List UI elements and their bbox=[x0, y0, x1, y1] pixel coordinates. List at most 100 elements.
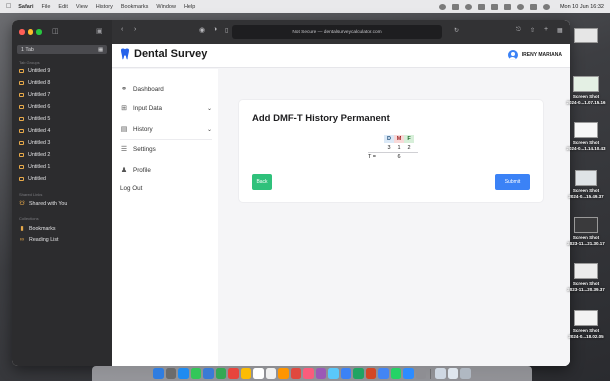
sidebar-section-other: Collections bbox=[19, 216, 39, 221]
forward-chevron-icon[interactable]: › bbox=[134, 26, 136, 33]
zoom-window-icon[interactable] bbox=[36, 29, 42, 35]
messages-app-icon[interactable] bbox=[190, 368, 202, 379]
tab-overview-icon[interactable]: ▣ bbox=[96, 27, 103, 35]
download-icon[interactable]: ⎋ bbox=[516, 27, 521, 34]
desktop-file-screenshot[interactable] bbox=[566, 28, 606, 45]
photos-app-icon[interactable] bbox=[228, 368, 239, 379]
sidebar-item-untitled-7[interactable]: Untitled 7 bbox=[19, 92, 50, 98]
nav-item-label: History bbox=[133, 125, 153, 133]
menubar-clock[interactable]: Mon 10 Jun 16:32 bbox=[560, 4, 604, 10]
privacy-report-icon[interactable]: ◉ bbox=[199, 26, 205, 34]
sidebar-item-bookmarks[interactable]: ▮ Bookmarks bbox=[19, 225, 55, 233]
sidebar-item-untitled-5[interactable]: Untitled 5 bbox=[19, 116, 50, 122]
shield-icon[interactable]: ◑ bbox=[213, 26, 217, 33]
safari-app-icon[interactable] bbox=[178, 368, 189, 379]
site-header: Dental Survey IRENY MARIANA bbox=[112, 44, 570, 68]
menu-view[interactable]: View bbox=[76, 4, 88, 10]
moon-icon[interactable] bbox=[451, 3, 459, 10]
volume-icon[interactable] bbox=[477, 3, 485, 10]
music-app-icon[interactable] bbox=[290, 368, 302, 379]
site-brand[interactable]: Dental Survey bbox=[120, 48, 207, 60]
nav-item-logout[interactable]: Log Out bbox=[120, 185, 212, 192]
whatsapp-app-icon[interactable] bbox=[390, 368, 402, 379]
nav-item-profile[interactable]: ♟ Profile bbox=[120, 166, 212, 175]
tab-grid-icon[interactable]: ▦ bbox=[98, 47, 103, 53]
facetime-app-icon[interactable] bbox=[215, 368, 227, 379]
dmft-value-m: 1 bbox=[397, 144, 401, 151]
status-icon[interactable] bbox=[464, 3, 472, 10]
battery-icon[interactable] bbox=[503, 3, 511, 10]
launchpad-app-icon[interactable] bbox=[165, 368, 177, 379]
reload-icon[interactable]: ↻ bbox=[454, 27, 459, 34]
record-icon[interactable] bbox=[438, 3, 446, 10]
excel-app-icon[interactable] bbox=[353, 368, 364, 379]
desktop-file-screenshot[interactable]: Screen Shot 2024-0...1.07.15.16 bbox=[566, 76, 606, 105]
nav-item-history[interactable]: ▤ History ⌄ bbox=[120, 125, 212, 134]
downloads-stack-icon[interactable] bbox=[435, 368, 446, 379]
minimize-window-icon[interactable] bbox=[27, 29, 33, 35]
safari-content: ‹ › ◉ ◑ ▯ Not Secure — dentalsurveycalcu… bbox=[112, 20, 570, 366]
sidebar-item-untitled-2[interactable]: Untitled 2 bbox=[19, 152, 50, 158]
sidebar-item-untitled-4[interactable]: Untitled 4 bbox=[19, 128, 50, 134]
pages-app-icon[interactable] bbox=[278, 368, 289, 379]
dmft-header-row: D M F bbox=[368, 134, 418, 143]
new-tab-icon[interactable]: + bbox=[544, 26, 548, 33]
history-icon: ▤ bbox=[120, 126, 128, 133]
calendar-app-icon[interactable] bbox=[253, 368, 264, 379]
apple-icon[interactable]:  bbox=[6, 3, 11, 10]
mail-app-icon[interactable] bbox=[203, 368, 214, 379]
zoom-app-icon[interactable] bbox=[403, 368, 414, 379]
sidebar-item-untitled-1[interactable]: Untitled 1 bbox=[19, 164, 50, 170]
sidebar-current-tabgroup[interactable]: 1 Tab ▦ bbox=[17, 45, 107, 54]
address-bar[interactable]: Not Secure — dentalsurveycalculator.com bbox=[232, 25, 442, 39]
sidebar-item-untitled-3[interactable]: Untitled 3 bbox=[19, 140, 50, 146]
trash-icon[interactable] bbox=[460, 368, 471, 379]
search-icon[interactable] bbox=[516, 3, 524, 10]
file-name-detail: 2024-0...18.02.05 bbox=[568, 333, 604, 339]
sidebar-item-untitled-6[interactable]: Untitled 6 bbox=[19, 104, 50, 110]
word-app-icon[interactable] bbox=[340, 368, 352, 379]
nav-item-input-data[interactable]: ⊞ Input Data ⌄ bbox=[120, 104, 212, 113]
sidebar-item-shared-with-you[interactable]: ☋ Shared with You bbox=[19, 200, 67, 208]
desktop-file-screenshot[interactable]: Screen Shot 2024-0...18.02.05 bbox=[566, 310, 606, 339]
notes-app-icon[interactable] bbox=[240, 368, 252, 379]
nav-item-settings[interactable]: ☰ Settings bbox=[120, 145, 212, 154]
menu-window[interactable]: Window bbox=[156, 4, 176, 10]
menu-edit[interactable]: Edit bbox=[58, 4, 67, 10]
user-menu[interactable]: IRENY MARIANA bbox=[507, 50, 562, 60]
close-window-icon[interactable] bbox=[19, 29, 25, 35]
sidebar-item-untitled-9[interactable]: Untitled 9 bbox=[19, 68, 50, 74]
desktop-file-screenshot[interactable]: Screen Shot 2023-11...20.39.37 bbox=[566, 263, 606, 292]
documents-stack-icon[interactable] bbox=[447, 368, 459, 379]
sidebar-item-reading-list[interactable]: ∞ Reading List bbox=[19, 237, 59, 243]
chrome-app-icon[interactable] bbox=[378, 368, 389, 379]
nav-item-dashboard[interactable]: ⚭ Dashboard bbox=[120, 85, 212, 94]
desktop-file-screenshot[interactable]: Screen Shot 2023-11...21.30.17 bbox=[566, 217, 606, 246]
menu-file[interactable]: File bbox=[42, 4, 51, 10]
tab-overview-toolbar-icon[interactable]: ▦ bbox=[557, 27, 563, 34]
wifi-icon[interactable] bbox=[490, 3, 498, 10]
back-button[interactable]: Back bbox=[252, 174, 272, 190]
menu-safari[interactable]: Safari bbox=[18, 4, 33, 10]
tv-app-icon[interactable] bbox=[315, 368, 327, 379]
app-store-icon[interactable] bbox=[328, 368, 339, 379]
share-icon[interactable]: ⇧ bbox=[530, 27, 535, 34]
reminders-app-icon[interactable] bbox=[265, 368, 277, 379]
menu-history[interactable]: History bbox=[96, 4, 113, 10]
sidebar-toggle-icon[interactable]: ◫ bbox=[52, 27, 59, 35]
menu-help[interactable]: Help bbox=[184, 4, 195, 10]
page-menu-icon[interactable]: ▯ bbox=[225, 27, 228, 34]
menu-bookmarks[interactable]: Bookmarks bbox=[121, 4, 149, 10]
control-center-icon[interactable] bbox=[529, 3, 537, 10]
back-chevron-icon[interactable]: ‹ bbox=[121, 26, 123, 33]
desktop-file-screenshot[interactable]: Screen Shot 2024-0...1.14.10.43 bbox=[566, 122, 606, 151]
siri-icon[interactable] bbox=[542, 3, 550, 10]
podcasts-app-icon[interactable] bbox=[303, 368, 314, 379]
sidebar-item-untitled-8[interactable]: Untitled 8 bbox=[19, 80, 50, 86]
sidebar-item-untitled[interactable]: Untitled bbox=[19, 176, 46, 182]
submit-button[interactable]: Submit bbox=[495, 174, 530, 190]
powerpoint-app-icon[interactable] bbox=[365, 368, 377, 379]
desktop-file-screenshot[interactable]: Screen Shot 2024-0...15.49.37 bbox=[566, 170, 606, 199]
settings-app-icon[interactable] bbox=[415, 368, 427, 379]
finder-app-icon[interactable] bbox=[153, 368, 164, 379]
